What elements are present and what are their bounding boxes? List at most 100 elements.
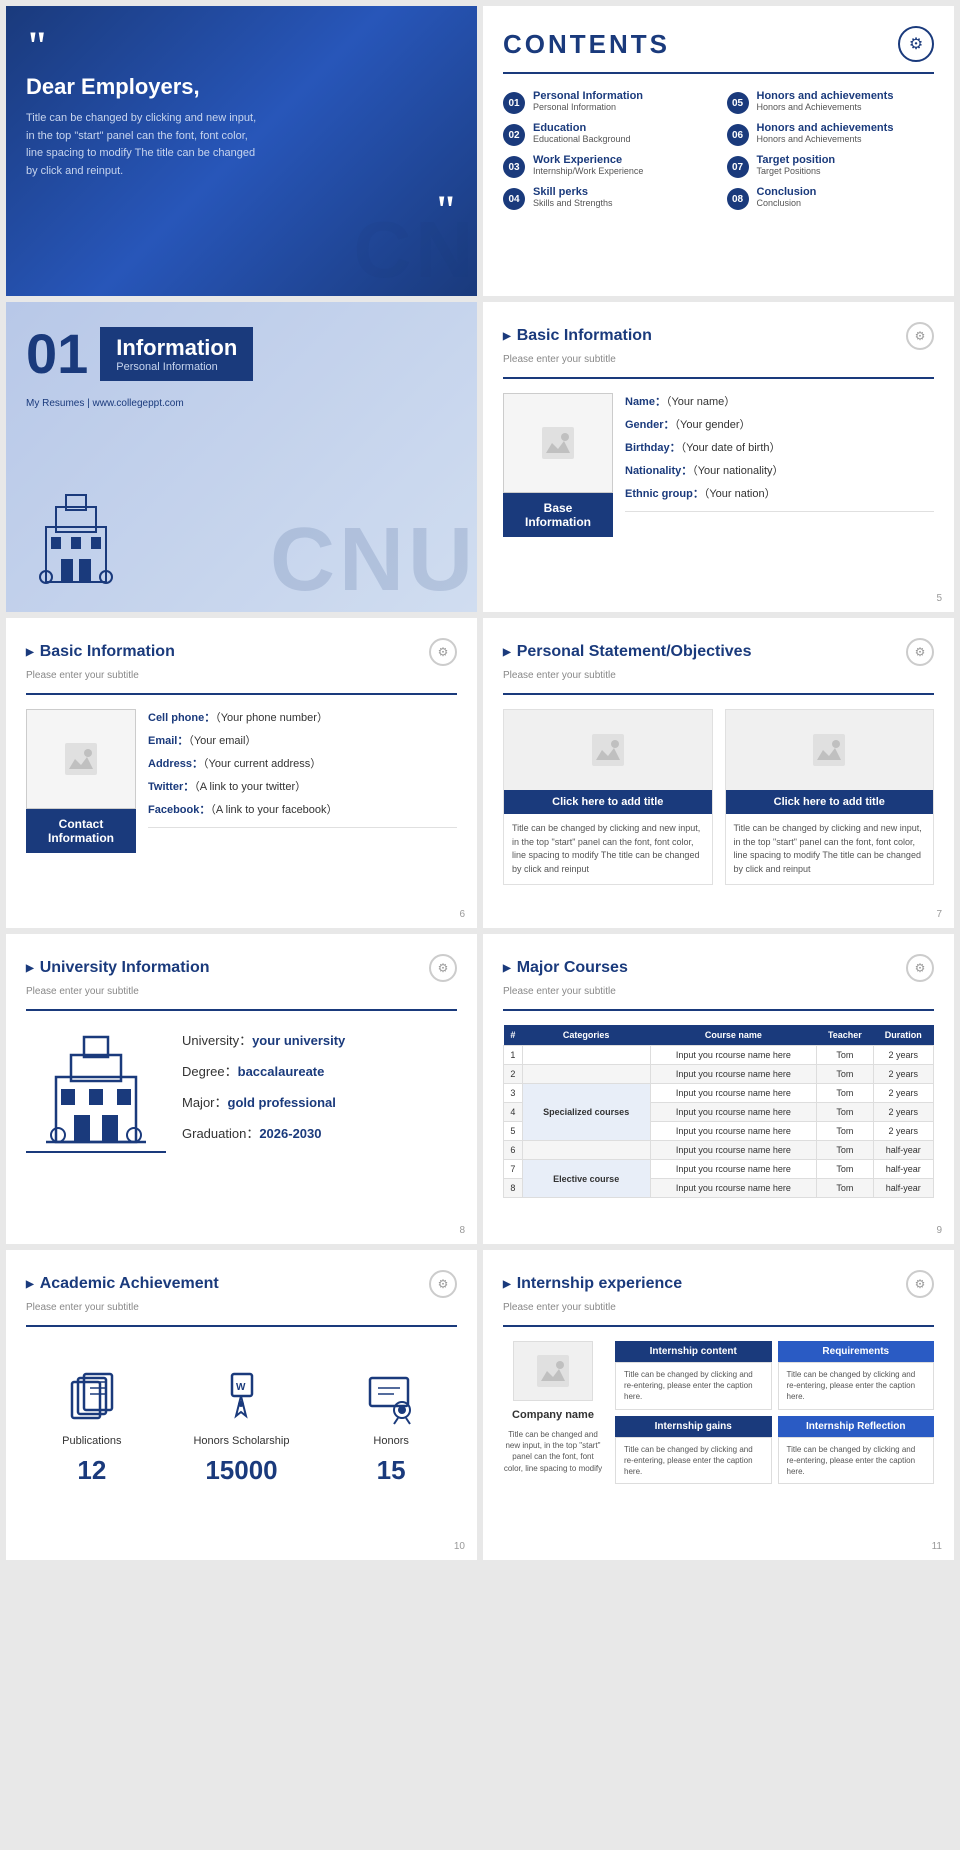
university-subtitle: Please enter your subtitle (26, 986, 457, 997)
gear-icon: ⚙ (898, 26, 934, 62)
contact-subtitle: Please enter your subtitle (26, 670, 457, 681)
achievement-scholarship: W Honors Scholarship 15000 (193, 1367, 289, 1486)
contents-num-02: 02 (503, 124, 525, 146)
courses-subtitle: Please enter your subtitle (503, 986, 934, 997)
cnu-large-text: CNU (270, 509, 477, 612)
quote-close-icon: " (26, 190, 457, 230)
contents-divider (503, 72, 934, 74)
cover-body[interactable]: Title can be changed by clicking and new… (26, 110, 266, 180)
basic-info-title: Basic Information (503, 327, 652, 345)
university-content: University：your university Degree：baccal… (26, 1027, 457, 1157)
card1-title[interactable]: Click here to add title (504, 790, 712, 814)
page-number-10: 10 (454, 1541, 465, 1552)
int-body-content: Title can be changed by clicking and re-… (615, 1362, 772, 1410)
uni-field-university[interactable]: University：your university (182, 1030, 457, 1049)
int-title-reflection: Internship Reflection (778, 1416, 935, 1437)
academic-divider (26, 1325, 457, 1327)
uni-field-major[interactable]: Major：gold professional (182, 1092, 457, 1111)
contents-item-08[interactable]: 08 ConclusionConclusion (727, 186, 935, 210)
statement-divider (503, 693, 934, 695)
info-subtitle: Personal Information (116, 361, 237, 373)
honors-number: 15 (377, 1455, 406, 1486)
int-card-content[interactable]: Internship content Title can be changed … (615, 1341, 772, 1410)
int-title-requirements: Requirements (778, 1341, 935, 1362)
statement-card-2[interactable]: Click here to add title Title can be cha… (725, 709, 935, 885)
col-name: Course name (650, 1025, 817, 1046)
card1-text[interactable]: Title can be changed by clicking and new… (504, 814, 712, 884)
gear-icon-basic: ⚙ (906, 322, 934, 350)
contents-item-03[interactable]: 03 Work ExperienceInternship/Work Experi… (503, 154, 711, 178)
gear-icon-university: ⚙ (429, 954, 457, 982)
int-card-reflection[interactable]: Internship Reflection Title can be chang… (778, 1416, 935, 1485)
course-row-3: 3Specialized coursesInput you rcourse na… (504, 1084, 934, 1103)
contents-item-05[interactable]: 05 Honors and achievementsHonors and Ach… (727, 90, 935, 114)
int-card-requirements[interactable]: Requirements Title can be changed by cli… (778, 1341, 935, 1410)
university-illustration (26, 1027, 166, 1157)
gear-icon-internship: ⚙ (906, 1270, 934, 1298)
field-twitter: Twitter：（A link to your twitter） (148, 778, 457, 794)
contents-num-04: 04 (503, 188, 525, 210)
field-gender: Gender：（Your gender） (625, 416, 934, 432)
page-number-6: 6 (459, 909, 465, 920)
scholarship-label: Honors Scholarship (193, 1435, 289, 1447)
int-card-gains[interactable]: Internship gains Title can be changed by… (615, 1416, 772, 1485)
statement-panel: Personal Statement/Objectives ⚙ Please e… (483, 618, 954, 928)
contents-item-04[interactable]: 04 Skill perksSkills and Strengths (503, 186, 711, 210)
page-number-8: 8 (459, 1225, 465, 1236)
statement-card-1[interactable]: Click here to add title Title can be cha… (503, 709, 713, 885)
gear-icon-academic: ⚙ (429, 1270, 457, 1298)
statement-subtitle: Please enter your subtitle (503, 670, 934, 681)
card1-image (504, 710, 712, 790)
col-cat: Categories (522, 1025, 650, 1046)
contents-num-05: 05 (727, 92, 749, 114)
contents-grid: 01 Personal InformationPersonal Informat… (503, 90, 934, 210)
internship-title: Internship experience (503, 1275, 682, 1293)
gear-icon-courses: ⚙ (906, 954, 934, 982)
base-info-label: BaseInformation (503, 493, 613, 537)
academic-subtitle: Please enter your subtitle (26, 1302, 457, 1313)
basic-info-panel: Basic Information ⚙ Please enter your su… (483, 302, 954, 612)
courses-panel: Major Courses ⚙ Please enter your subtit… (483, 934, 954, 1244)
int-body-requirements: Title can be changed by clicking and re-… (778, 1362, 935, 1410)
internship-content: Company name Title can be changed and ne… (503, 1341, 934, 1484)
academic-title: Academic Achievement (26, 1275, 219, 1293)
contents-panel: CONTENTS ⚙ 01 Personal InformationPerson… (483, 6, 954, 296)
contents-item-02[interactable]: 02 EducationEducational Background (503, 122, 711, 146)
field-divider (625, 511, 934, 512)
statement-title: Personal Statement/Objectives (503, 643, 751, 661)
uni-field-degree[interactable]: Degree：baccalaureate (182, 1061, 457, 1080)
publications-number: 12 (77, 1455, 106, 1486)
course-row-1: 1Input you rcourse name hereTom2 years (504, 1046, 934, 1065)
card2-text[interactable]: Title can be changed by clicking and new… (726, 814, 934, 884)
contents-item-06[interactable]: 06 Honors and achievementsHonors and Ach… (727, 122, 935, 146)
company-text: Title can be changed and new input, in t… (503, 1429, 603, 1474)
internship-grid: Internship content Title can be changed … (615, 1341, 934, 1484)
contact-panel: Basic Information ⚙ Please enter your su… (6, 618, 477, 928)
slide-01-panel: 01 Information Personal Information My R… (6, 302, 477, 612)
cover-title[interactable]: Dear Employers, (26, 74, 457, 100)
honors-label: Honors (373, 1435, 408, 1447)
field-address: Address：（Your current address） (148, 755, 457, 771)
contents-num-01: 01 (503, 92, 525, 114)
courses-table: # Categories Course name Teacher Duratio… (503, 1025, 934, 1198)
field-birthday: Birthday：（Your date of birth） (625, 439, 934, 455)
contents-item-01[interactable]: 01 Personal InformationPersonal Informat… (503, 90, 711, 114)
scholarship-number: 15000 (205, 1455, 277, 1486)
university-fields: University：your university Degree：baccal… (182, 1030, 457, 1154)
field-nationality: Nationality：（Your nationality） (625, 462, 934, 478)
course-row-7: 7Elective courseInput you rcourse name h… (504, 1160, 934, 1179)
uni-field-graduation[interactable]: Graduation：2026-2030 (182, 1123, 457, 1142)
achievement-publications: Publications 12 (62, 1367, 122, 1486)
university-panel: University Information ⚙ Please enter yo… (6, 934, 477, 1244)
card2-title[interactable]: Click here to add title (726, 790, 934, 814)
contents-item-07[interactable]: 07 Target positionTarget Positions (727, 154, 935, 178)
field-phone: Cell phone：（Your phone number） (148, 709, 457, 725)
card2-image (726, 710, 934, 790)
info-title[interactable]: Information (116, 335, 237, 361)
field-ethnic: Ethnic group：（Your nation） (625, 485, 934, 501)
internship-panel: Internship experience ⚙ Please enter you… (483, 1250, 954, 1560)
int-body-gains: Title can be changed by clicking and re-… (615, 1437, 772, 1485)
university-title: University Information (26, 959, 210, 977)
contents-num-07: 07 (727, 156, 749, 178)
page-number-11: 11 (932, 1541, 942, 1552)
